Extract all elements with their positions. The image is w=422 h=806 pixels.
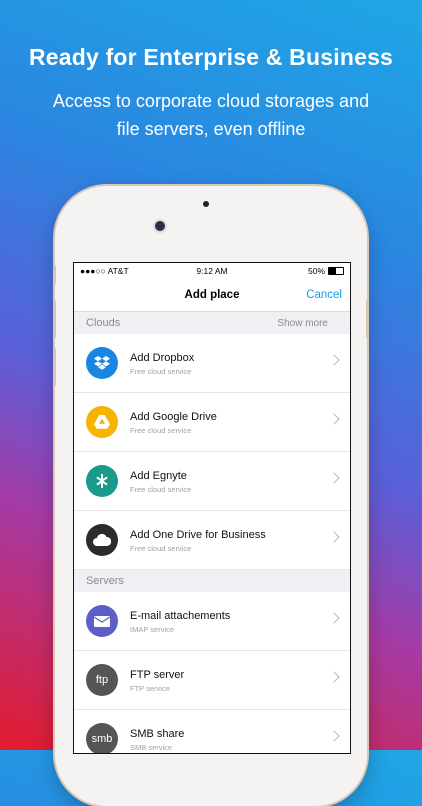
chevron-right-icon [328,354,340,366]
google-drive-icon [86,406,118,438]
chevron-right-icon [328,413,340,425]
section-servers: Servers [74,570,350,592]
mail-attachment-icon [86,605,118,637]
volume-down-button [53,348,56,386]
item-subtitle: IMAP service [130,625,175,634]
battery-percent: 50% [307,266,325,276]
power-button [366,300,369,338]
ftp-icon: ftp [86,664,118,696]
item-subtitle: Free cloud service [130,544,192,553]
chevron-right-icon [328,612,340,624]
item-name: Add Dropbox [130,352,195,364]
cancel-button[interactable]: Cancel [306,289,342,301]
show-more-button[interactable]: Show more [277,318,328,329]
battery-status: 50% [308,266,344,276]
item-subtitle: Free cloud service [130,485,192,494]
list-item-email[interactable]: E-mail attachements IMAP service [74,592,350,651]
item-name: E-mail attachements [130,610,231,622]
nav-bar: Add place Cancel [74,279,350,312]
list-item-dropbox[interactable]: Add Dropbox Free cloud service [74,334,350,393]
section-label: Servers [86,575,124,587]
chevron-right-icon [328,472,340,484]
promo-headline: Ready for Enterprise & Business [28,44,394,70]
icon-label: smb [91,733,113,745]
item-subtitle: FTP service [130,684,170,693]
item-subtitle: Free cloud service [130,367,192,376]
phone-screen: ●●●○○ AT&T 9:12 AM 50% Add place Cancel … [73,262,351,754]
chevron-right-icon [328,531,340,543]
item-name: Add Egnyte [130,470,187,482]
egnyte-icon [86,465,118,497]
speaker-icon [203,201,209,207]
item-name: FTP server [130,669,185,681]
section-clouds: Clouds Show more [74,312,350,334]
camera-icon [153,219,167,233]
list-item-smb[interactable]: smb SMB share SMB service [74,710,350,753]
item-name: Add One Drive for Business [130,529,266,541]
list-item-onedrive[interactable]: Add One Drive for Business Free cloud se… [74,511,350,570]
chevron-right-icon [328,730,340,742]
list-item-google-drive[interactable]: Add Google Drive Free cloud service [74,393,350,452]
dropbox-icon [86,347,118,379]
onedrive-icon [86,524,118,556]
chevron-right-icon [328,671,340,683]
list-item-ftp[interactable]: ftp FTP server FTP service [74,651,350,710]
section-label: Clouds [86,317,121,329]
smb-icon: smb [86,723,118,753]
item-name: SMB share [130,728,185,740]
volume-up-button [53,300,56,338]
item-subtitle: SMB service [130,743,173,752]
item-name: Add Google Drive [130,411,217,423]
promo-subline: Access to corporate cloud storages and f… [52,91,370,139]
status-bar: ●●●○○ AT&T 9:12 AM 50% [74,263,350,279]
battery-icon [328,267,344,275]
mute-switch [53,265,56,285]
icon-label: ftp [95,674,109,686]
item-subtitle: Free cloud service [130,426,192,435]
list-item-egnyte[interactable]: Add Egnyte Free cloud service [74,452,350,511]
